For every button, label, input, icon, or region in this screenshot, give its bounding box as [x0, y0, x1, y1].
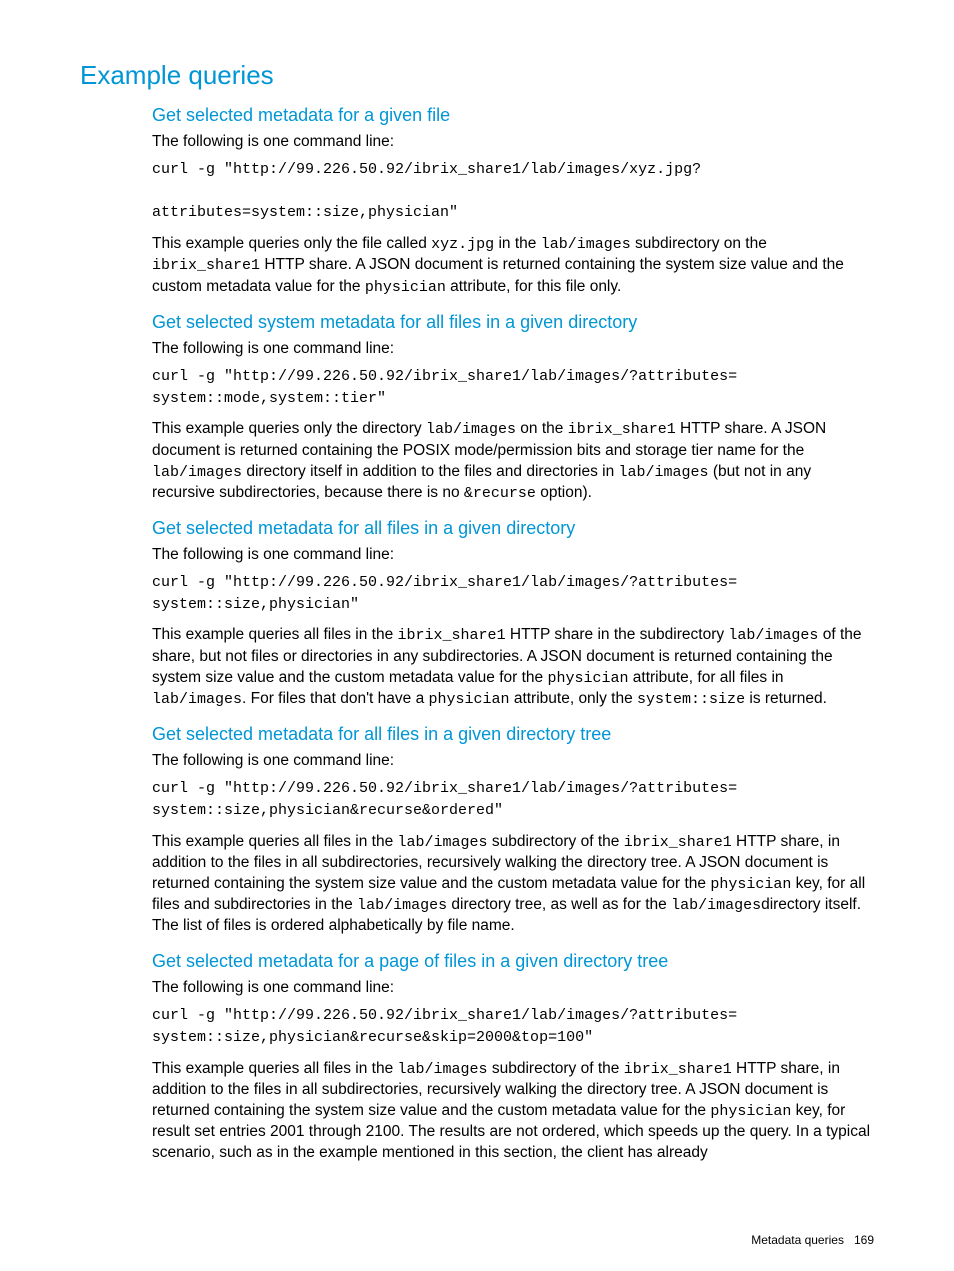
desc-text: attribute, for this file only.: [446, 278, 621, 295]
description: This example queries all files in the la…: [152, 832, 874, 938]
section-heading: Get selected metadata for a given file: [152, 105, 874, 126]
desc-text: on the: [516, 420, 568, 437]
desc-text: HTTP share in the subdirectory: [506, 626, 729, 643]
inline-code: lab/images: [357, 897, 447, 914]
inline-code: lab/images: [152, 464, 242, 481]
desc-text: This example queries all files in the: [152, 833, 398, 850]
inline-code: ibrix_share1: [398, 627, 506, 644]
inline-code: lab/images: [541, 236, 631, 253]
desc-text: in the: [494, 235, 541, 252]
code-block: curl -g "http://99.226.50.92/ibrix_share…: [152, 366, 874, 410]
footer-section: Metadata queries: [751, 1233, 844, 1247]
inline-code: lab/images: [728, 627, 818, 644]
section-heading: Get selected metadata for a page of file…: [152, 951, 874, 972]
inline-code: lab/images: [426, 421, 516, 438]
inline-code: ibrix_share1: [568, 421, 676, 438]
desc-text: This example queries all files in the: [152, 626, 398, 643]
inline-code: physician: [365, 279, 446, 296]
desc-text: subdirectory of the: [488, 1060, 624, 1077]
code-block: curl -g "http://99.226.50.92/ibrix_share…: [152, 778, 874, 822]
lead-text: The following is one command line:: [152, 339, 874, 360]
description: This example queries only the file calle…: [152, 234, 874, 298]
page-title: Example queries: [80, 60, 874, 91]
description: This example queries all files in the la…: [152, 1059, 874, 1164]
description: This example queries only the directory …: [152, 419, 874, 504]
desc-text: This example queries all files in the: [152, 1060, 398, 1077]
desc-text: directory tree, as well as for the: [447, 896, 671, 913]
desc-text: This example queries only the file calle…: [152, 235, 431, 252]
page-footer: Metadata queries 169: [751, 1233, 874, 1247]
inline-code: lab/images: [398, 834, 488, 851]
inline-code: ibrix_share1: [624, 1061, 732, 1078]
inline-code: lab/images: [398, 1061, 488, 1078]
inline-code: xyz.jpg: [431, 236, 494, 253]
inline-code: lab/images: [152, 691, 242, 708]
page-number: 169: [854, 1233, 874, 1247]
lead-text: The following is one command line:: [152, 545, 874, 566]
content-body: Get selected metadata for a given file T…: [152, 105, 874, 1164]
page: Example queries Get selected metadata fo…: [0, 0, 954, 1271]
desc-text: directory itself in addition to the file…: [242, 463, 619, 480]
code-block: curl -g "http://99.226.50.92/ibrix_share…: [152, 572, 874, 616]
section-heading: Get selected system metadata for all fil…: [152, 312, 874, 333]
code-block: curl -g "http://99.226.50.92/ibrix_share…: [152, 1005, 874, 1049]
lead-text: The following is one command line:: [152, 751, 874, 772]
desc-text: attribute, only the: [510, 690, 638, 707]
desc-text: option).: [536, 484, 592, 501]
inline-code: system::size: [637, 691, 745, 708]
inline-code: physician: [429, 691, 510, 708]
desc-text: . For files that don't have a: [242, 690, 428, 707]
code-block: curl -g "http://99.226.50.92/ibrix_share…: [152, 159, 874, 224]
desc-text: subdirectory of the: [488, 833, 624, 850]
description: This example queries all files in the ib…: [152, 625, 874, 710]
inline-code: lab/images: [619, 464, 709, 481]
lead-text: The following is one command line:: [152, 132, 874, 153]
inline-code: ibrix_share1: [152, 257, 260, 274]
inline-code: ibrix_share1: [624, 834, 732, 851]
lead-text: The following is one command line:: [152, 978, 874, 999]
desc-text: subdirectory on the: [631, 235, 767, 252]
section-heading: Get selected metadata for all files in a…: [152, 518, 874, 539]
inline-code: physician: [710, 1103, 791, 1120]
inline-code: &recurse: [464, 485, 536, 502]
desc-text: This example queries only the directory: [152, 420, 426, 437]
inline-code: lab/images: [671, 897, 761, 914]
desc-text: attribute, for all files in: [628, 669, 783, 686]
section-heading: Get selected metadata for all files in a…: [152, 724, 874, 745]
desc-text: is returned.: [745, 690, 827, 707]
inline-code: physician: [547, 670, 628, 687]
inline-code: physician: [710, 876, 791, 893]
